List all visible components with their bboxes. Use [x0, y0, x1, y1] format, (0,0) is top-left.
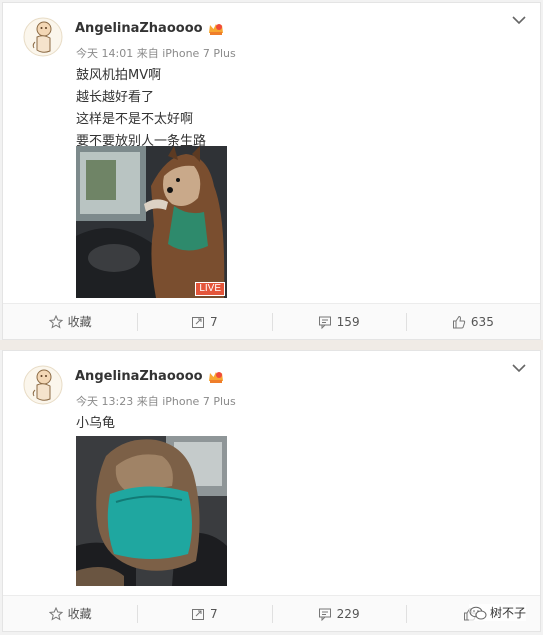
post-time[interactable]: 今天 14:01: [76, 47, 133, 60]
repost-icon: [192, 608, 205, 620]
comment-button[interactable]: 229: [271, 596, 406, 631]
post-meta: 今天 14:01 来自 iPhone 7 Plus: [76, 45, 236, 61]
chevron-down-icon[interactable]: [512, 363, 526, 373]
comment-button[interactable]: 159: [271, 304, 406, 339]
repost-button[interactable]: 7: [137, 596, 271, 631]
wechat-icon: [469, 606, 487, 619]
live-badge[interactable]: LIVE: [195, 282, 225, 296]
post-source: 来自 iPhone 7 Plus: [136, 47, 236, 60]
post-card: AngelinaZhaoooo 今天 14:01 来自 iPhone 7 Plu…: [2, 2, 541, 340]
comment-count: 229: [336, 606, 360, 621]
avatar[interactable]: [23, 17, 63, 57]
like-count: 635: [470, 314, 494, 329]
favorite-label: 收藏: [67, 607, 92, 621]
feed-divider: [0, 340, 543, 350]
post-photo[interactable]: [76, 436, 227, 586]
chevron-down-icon[interactable]: [512, 15, 526, 25]
dog-in-car-image: [76, 146, 227, 298]
star-icon: [48, 314, 63, 329]
user-name[interactable]: AngelinaZhaoooo: [75, 21, 203, 36]
avatar[interactable]: [23, 365, 63, 405]
watermark-text: 树不子: [489, 606, 526, 620]
vip-crown-icon: [208, 371, 223, 383]
like-button[interactable]: 635: [405, 304, 540, 339]
action-bar: 收藏 7 159 635: [3, 303, 540, 339]
comment-count: 159: [336, 314, 360, 329]
user-header: AngelinaZhaoooo: [75, 369, 224, 384]
user-header: AngelinaZhaoooo: [75, 21, 224, 36]
post-photo[interactable]: LIVE: [76, 146, 227, 298]
favorite-label: 收藏: [67, 315, 92, 329]
post-time[interactable]: 今天 13:23: [76, 395, 133, 408]
post-line: 越长越好看了: [76, 90, 155, 105]
watermark: 树不子: [468, 604, 526, 621]
favorite-button[interactable]: 收藏: [3, 596, 137, 631]
vip-crown-icon: [208, 23, 223, 35]
repost-icon: [192, 316, 205, 328]
comment-icon: [318, 608, 331, 621]
post-meta: 今天 13:23 来自 iPhone 7 Plus: [76, 393, 236, 409]
post-card: AngelinaZhaoooo 今天 13:23 来自 iPhone 7 Plu…: [2, 350, 541, 632]
post-text: 鼓风机拍MV啊 越长越好看了 这样是不是不太好啊 要不要放别人一条生路: [76, 65, 206, 153]
repost-button[interactable]: 7: [137, 304, 271, 339]
repost-count: 7: [210, 314, 218, 329]
post-line: 这样是不是不太好啊: [76, 112, 194, 127]
star-icon: [48, 606, 63, 621]
post-text: 小乌龟: [76, 413, 115, 435]
post-source: 来自 iPhone 7 Plus: [136, 395, 236, 408]
post-line: 小乌龟: [76, 416, 116, 431]
post-line: 鼓风机拍MV啊: [76, 68, 162, 83]
repost-count: 7: [210, 606, 218, 621]
dog-in-teal-vest-image: [76, 436, 227, 586]
comment-icon: [318, 316, 331, 329]
thumbs-up-icon: [452, 315, 466, 328]
weibo-feed: AngelinaZhaoooo 今天 14:01 来自 iPhone 7 Plu…: [0, 0, 543, 635]
favorite-button[interactable]: 收藏: [3, 304, 137, 339]
action-bar: 收藏 7 229: [3, 595, 540, 631]
user-name[interactable]: AngelinaZhaoooo: [75, 369, 203, 384]
